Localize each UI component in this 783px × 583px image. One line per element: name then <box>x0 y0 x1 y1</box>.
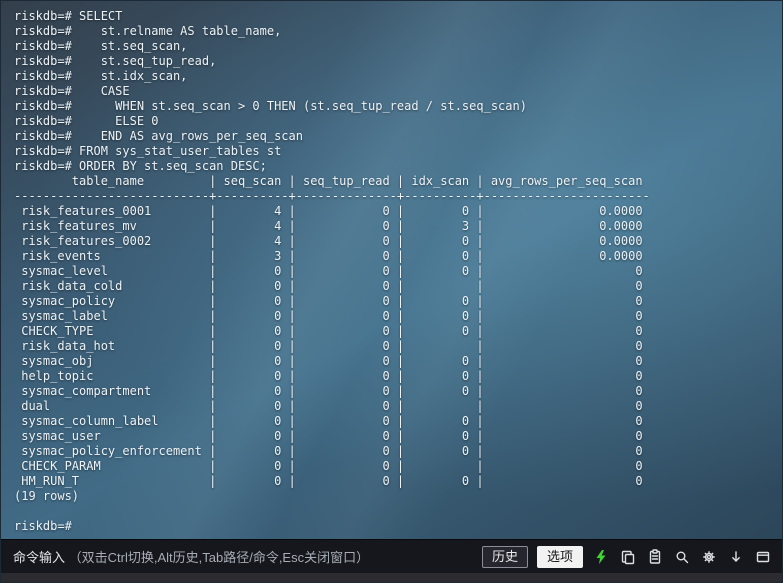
statusbar-actions: 历史 选项 <box>481 545 772 568</box>
command-input-hint: （双击Ctrl切换,Alt历史,Tab路径/命令,Esc关闭窗口） <box>68 550 370 565</box>
search-icon[interactable] <box>673 548 691 566</box>
window-icon[interactable] <box>754 548 772 566</box>
options-button[interactable]: 选项 <box>536 545 583 568</box>
command-input-area[interactable]: 命令输入 （双击Ctrl切换,Alt历史,Tab路径/命令,Esc关闭窗口） <box>13 547 472 566</box>
terminal-screen[interactable]: riskdb=# SELECT riskdb=# st.relname AS t… <box>1 1 782 539</box>
terminal-output: riskdb=# SELECT riskdb=# st.relname AS t… <box>14 9 650 533</box>
command-input-label: 命令输入 <box>13 550 66 565</box>
lightning-icon[interactable] <box>592 548 610 566</box>
terminal-window: riskdb=# SELECT riskdb=# st.relname AS t… <box>0 0 783 583</box>
command-input-bar: 命令输入 （双击Ctrl切换,Alt历史,Tab路径/命令,Esc关闭窗口） 历… <box>1 539 782 573</box>
download-icon[interactable] <box>727 548 745 566</box>
history-button[interactable]: 历史 <box>481 545 528 568</box>
gear-icon[interactable] <box>700 548 718 566</box>
paste-icon[interactable] <box>646 548 664 566</box>
copy-icon[interactable] <box>619 548 637 566</box>
window-bottom-edge <box>1 573 782 582</box>
